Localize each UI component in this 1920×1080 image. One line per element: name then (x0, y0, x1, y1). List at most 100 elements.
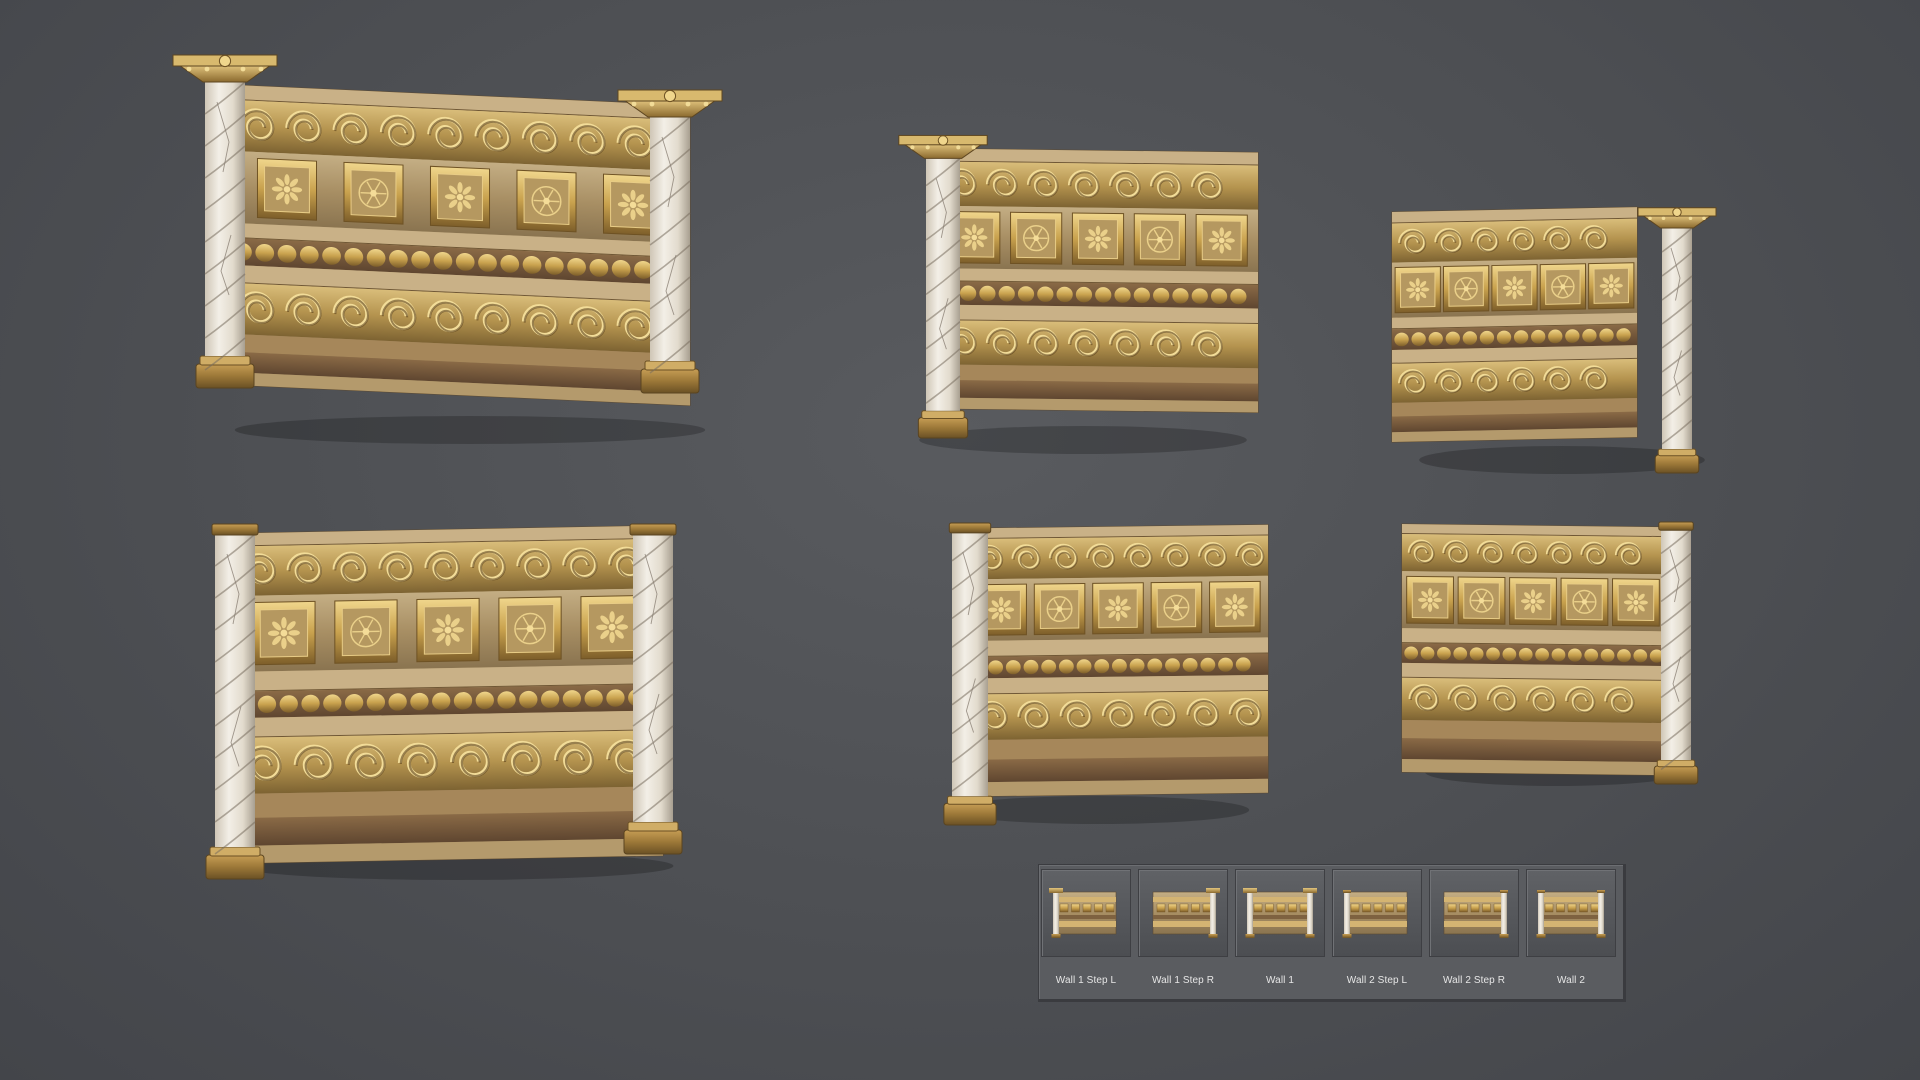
thumb-column (1307, 892, 1313, 936)
thumb-column-base (1051, 934, 1061, 938)
spiral-band (1402, 533, 1664, 575)
thumb-rosette (1156, 903, 1166, 913)
thumb-spiral-band (1444, 897, 1504, 902)
thumb-wall-2-step-l[interactable]: Wall 2 Step L (1332, 869, 1422, 993)
capital-bead (204, 66, 210, 72)
thumb-wall-1-box[interactable] (1235, 869, 1325, 957)
wall-column-left-icon (1342, 890, 1408, 938)
thumb-bead-band (1347, 915, 1407, 919)
thumb-spiral-band (1444, 921, 1504, 927)
plinth-mid (1402, 738, 1664, 763)
column-base (1654, 454, 1700, 474)
column-base-ring (1656, 759, 1696, 768)
thumb-rosette (1168, 903, 1177, 913)
wall-1-step-l-model (1391, 206, 1717, 474)
rosette-petal (1530, 589, 1536, 598)
thumb-rosette (1299, 903, 1309, 913)
capital-medallion (1672, 207, 1682, 217)
rosette-petal (1512, 291, 1517, 300)
rosette-petal (1095, 242, 1101, 253)
thumb-label: Wall 1 (1265, 975, 1294, 986)
thumb-wall-1-step-l-box[interactable] (1041, 869, 1131, 957)
capital-medallion (663, 89, 677, 103)
capital-bead (631, 101, 637, 107)
thumb-rosette (1567, 903, 1577, 913)
thumb-column (1344, 892, 1350, 936)
wall-geometry (1391, 206, 1638, 443)
thumb-bead-band (1444, 915, 1504, 919)
thumb-spiral-band (1056, 921, 1116, 927)
thumb-bead-band (1250, 915, 1310, 919)
wall-geometry (229, 84, 691, 407)
wall-2-step-r-model (943, 522, 1269, 826)
thumb-capital (1206, 888, 1220, 893)
rosette-petal (1633, 605, 1638, 615)
plinth-top (968, 736, 1268, 760)
thumb-wall-2-step-r[interactable]: Wall 2 Step R (1429, 869, 1519, 993)
column-base-ring (921, 410, 965, 419)
wall-2-step-l-geometry (1401, 521, 1699, 786)
thumb-column-base (1305, 934, 1315, 938)
thumb-spiral-band (1541, 897, 1601, 902)
wall-1-step-r-model (898, 134, 1259, 454)
thumb-column (1501, 892, 1507, 936)
thumb-column-base (1596, 934, 1606, 938)
thumb-rosette (1590, 903, 1600, 913)
thumb-wall-2-step-l-box[interactable] (1332, 869, 1422, 957)
wall-2-step-r-preview (918, 522, 1278, 828)
thumb-column-base (1536, 934, 1546, 938)
thumb-spiral-band (1541, 921, 1601, 927)
thumb-spiral-band (1153, 921, 1213, 927)
wall-column-right-icon (1443, 890, 1509, 938)
thumb-rosette (1253, 903, 1263, 913)
plinth-top (1402, 719, 1664, 742)
thumb-capital (1049, 888, 1063, 893)
capital-bead (703, 101, 709, 107)
thumb-spiral-band (1250, 897, 1310, 902)
asset-thumbnail-shelf: Wall 1 Step L Wall 1 Step R Wall 1 Wall … (1038, 864, 1626, 1002)
thumb-rosette (1482, 903, 1491, 913)
rosette-petal (1095, 225, 1101, 236)
plinth-mid (968, 756, 1268, 783)
thumb-rosette (1191, 903, 1200, 913)
column-top-cap (629, 523, 677, 536)
column-capital (1640, 214, 1714, 229)
column-base-ring (1657, 448, 1697, 457)
thumb-wall-1-step-r[interactable]: Wall 1 Step R (1138, 869, 1228, 993)
thumb-rosette (1105, 903, 1115, 913)
thumb-capital (1303, 888, 1317, 893)
thumb-wall-1-step-r-box[interactable] (1138, 869, 1228, 957)
rosette-petal (1609, 289, 1614, 298)
ground-shadow (919, 426, 1247, 454)
column-top-cap (1658, 521, 1694, 531)
thumb-wall-1-step-l[interactable]: Wall 1 Step L (1041, 869, 1131, 993)
thumb-wall-2[interactable]: Wall 2 (1526, 869, 1616, 993)
capital-medallion (218, 54, 232, 68)
capital-bead (1688, 216, 1693, 221)
wall-2-step-l-preview (1400, 521, 1712, 790)
column-capital (177, 64, 273, 83)
wall-1-preview (172, 54, 750, 448)
wall-capital-both-icon (1243, 888, 1317, 938)
thumb-wall (1243, 888, 1317, 938)
rosette-petal (609, 611, 615, 623)
thumb-column (1538, 892, 1544, 936)
capital-bead (649, 101, 655, 107)
thumb-rosette (1202, 903, 1212, 913)
thumb-rosette (1362, 903, 1371, 913)
rosette-petal (281, 617, 287, 629)
thumb-wall-2-box[interactable] (1526, 869, 1616, 957)
capital-bead (1702, 216, 1706, 221)
thumb-wall-1[interactable]: Wall 1 (1235, 869, 1325, 993)
thumb-rosette (1470, 903, 1480, 913)
thumb-rosette (1265, 903, 1274, 913)
capital-bead (925, 145, 930, 150)
thumb-wall-2-step-r-box[interactable] (1429, 869, 1519, 957)
thumb-rosette (1556, 903, 1565, 913)
wall-geometry (1401, 523, 1665, 776)
thumb-column-top (1537, 890, 1545, 893)
wall-1-model (172, 54, 723, 444)
capital-bead (258, 66, 264, 72)
wall-2-geometry (205, 523, 683, 880)
thumb-rosette (1459, 903, 1468, 913)
